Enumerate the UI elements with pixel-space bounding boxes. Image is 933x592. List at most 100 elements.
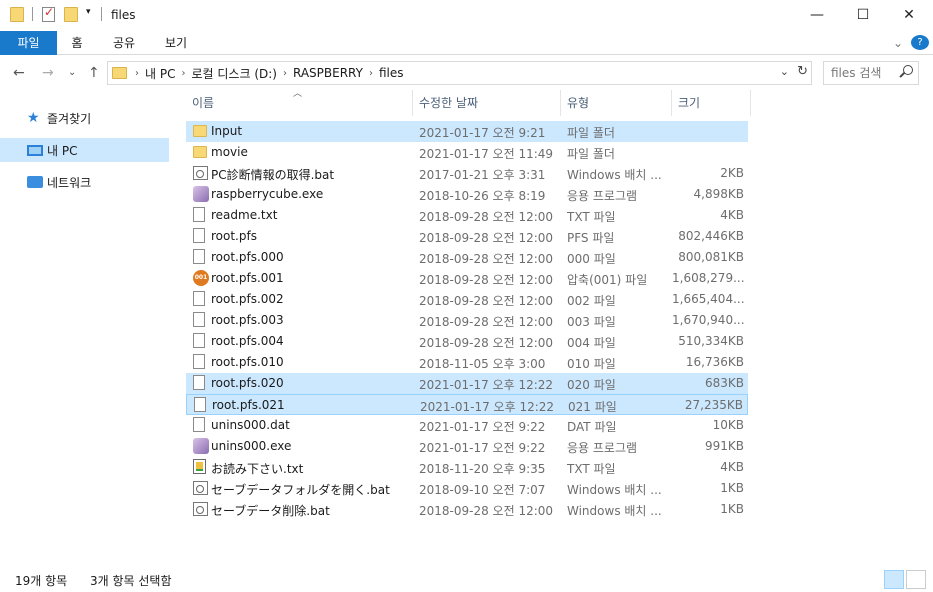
application-icon [193, 438, 209, 454]
nav-item-network[interactable]: 네트워크 [0, 170, 169, 194]
recent-locations-button[interactable]: ⌄ [68, 67, 76, 78]
batch-file-icon [193, 502, 208, 516]
file-size: 1,670,940... [672, 313, 744, 327]
file-row[interactable]: readme.txt 2018-09-28 오전 12:00 TXT 파일 4KB [186, 205, 748, 226]
column-header-type[interactable]: 유형 [567, 90, 589, 116]
tab-view[interactable]: 보기 [158, 31, 194, 55]
batch-file-icon [193, 481, 208, 495]
network-icon [27, 176, 43, 188]
back-button[interactable]: ← [13, 65, 25, 81]
file-size: 27,235KB [684, 398, 743, 412]
file-type: 010 파일 [567, 357, 616, 371]
help-icon[interactable]: ? [911, 35, 929, 50]
breadcrumb-local-disk[interactable]: 로컬 디스크 (D:) [191, 65, 276, 82]
document-icon [193, 291, 205, 306]
customize-toolbar-icon[interactable]: ▾ [86, 7, 91, 17]
tab-file[interactable]: 파일 [0, 31, 57, 55]
column-header-name[interactable]: 이름 [192, 90, 214, 116]
star-icon: ★ [27, 110, 40, 126]
document-icon [193, 249, 205, 264]
nav-item-label: 내 PC [47, 143, 78, 158]
file-row[interactable]: 001 root.pfs.001 2018-09-28 오전 12:00 압축(001… [186, 268, 748, 289]
file-name: root.pfs.002 [211, 292, 284, 306]
file-date: 2018-09-28 오전 12:00 [419, 273, 554, 287]
refresh-icon[interactable]: ↻ [797, 64, 808, 79]
file-row[interactable]: root.pfs.021 2021-01-17 오후 12:22 021 파일 27,… [186, 394, 748, 415]
file-date: 2018-09-28 오전 12:00 [419, 210, 554, 224]
document-icon [193, 354, 205, 369]
document-icon [193, 228, 205, 243]
file-name: root.pfs.003 [211, 313, 284, 327]
file-row[interactable]: root.pfs.002 2018-09-28 오전 12:00 002 파일 1,6… [186, 289, 748, 310]
large-icons-view-icon[interactable] [906, 570, 926, 589]
status-bar: 19개 항목 3개 항목 선택함 [0, 569, 933, 591]
address-history-dropdown-icon[interactable]: ⌄ [780, 65, 789, 78]
column-header-size[interactable]: 크기 [678, 90, 700, 116]
file-date: 2018-09-28 오전 12:00 [419, 315, 554, 329]
column-divider[interactable] [560, 90, 561, 116]
divider [101, 7, 102, 21]
search-box[interactable]: files 검색 [823, 61, 919, 85]
file-row[interactable]: root.pfs.000 2018-09-28 오전 12:00 000 파일 800… [186, 247, 748, 268]
file-type: 004 파일 [567, 336, 616, 350]
breadcrumb-files[interactable]: files [379, 66, 404, 80]
file-name: root.pfs [211, 229, 257, 243]
close-button[interactable]: ✕ [886, 0, 932, 30]
file-row[interactable]: root.pfs.020 2021-01-17 오후 12:22 020 파일 683… [186, 373, 748, 394]
file-date: 2018-09-28 오전 12:00 [419, 294, 554, 308]
search-input[interactable]: files 검색 [831, 66, 881, 80]
file-size: 2KB [720, 166, 744, 180]
file-row[interactable]: root.pfs 2018-09-28 오전 12:00 PFS 파일 802,446… [186, 226, 748, 247]
details-view-icon[interactable] [884, 570, 904, 589]
file-type: 020 파일 [567, 378, 616, 392]
file-type: TXT 파일 [567, 462, 616, 476]
tab-home[interactable]: 홈 [62, 31, 92, 55]
breadcrumb-raspberry[interactable]: RASPBERRY [293, 66, 363, 80]
column-divider[interactable] [671, 90, 672, 116]
file-type: 021 파일 [568, 400, 617, 414]
nav-item-quick-access[interactable]: ★ 즐겨찾기 [0, 106, 169, 130]
file-type: 파일 폴더 [567, 147, 615, 161]
file-row[interactable]: root.pfs.003 2018-09-28 오전 12:00 003 파일 1,6… [186, 310, 748, 331]
application-icon [193, 186, 209, 202]
column-header-date[interactable]: 수정한 날짜 [419, 90, 478, 116]
column-divider[interactable] [750, 90, 751, 116]
document-icon [193, 375, 205, 390]
file-row[interactable]: セーブデータフォルダを開く.bat 2018-09-10 오전 7:07 Windo… [186, 478, 748, 499]
file-row[interactable]: root.pfs.004 2018-09-28 오전 12:00 004 파일 510… [186, 331, 748, 352]
file-row[interactable]: PC診断情報の取得.bat 2017-01-21 오후 3:31 Windows 배… [186, 163, 748, 184]
file-name: movie [211, 145, 248, 159]
breadcrumb-this-pc[interactable]: 내 PC [145, 65, 175, 82]
selection-count: 3개 항목 선택함 [90, 574, 172, 588]
address-bar[interactable]: › 내 PC › 로컬 디스크 (D:) › RASPBERRY › files… [107, 61, 812, 85]
ribbon-collapse-icon[interactable]: ⌄ [890, 31, 906, 55]
file-type: Windows 배치 ... [567, 168, 662, 182]
file-row[interactable]: Input 2021-01-17 오전 9:21 파일 폴더 [186, 121, 748, 142]
maximize-button[interactable]: ☐ [840, 0, 886, 30]
file-row[interactable]: movie 2021-01-17 오전 11:49 파일 폴더 [186, 142, 748, 163]
file-row[interactable]: お読み下さい.txt 2018-11-20 오후 9:35 TXT 파일 4KB [186, 457, 748, 478]
file-row[interactable]: unins000.dat 2021-01-17 오전 9:22 DAT 파일 10KB [186, 415, 748, 436]
file-row[interactable]: セーブデータ削除.bat 2018-09-28 오전 12:00 Windows 배… [186, 499, 748, 520]
file-date: 2018-09-28 오전 12:00 [419, 504, 554, 518]
nav-item-this-pc[interactable]: 내 PC [0, 138, 169, 162]
file-row[interactable]: raspberrycube.exe 2018-10-26 오후 8:19 응용 프로… [186, 184, 748, 205]
file-date: 2021-01-17 오전 11:49 [419, 147, 554, 161]
file-name: root.pfs.020 [211, 376, 284, 390]
file-row[interactable]: unins000.exe 2021-01-17 오전 9:22 응용 프로그램 991… [186, 436, 748, 457]
file-type: 압축(001) 파일 [567, 273, 648, 287]
properties-icon[interactable] [42, 5, 55, 22]
file-type: Windows 배치 ... [567, 504, 662, 518]
file-name: unins000.exe [211, 439, 292, 453]
minimize-button[interactable]: — [794, 0, 840, 30]
up-button[interactable]: ↑ [88, 65, 100, 81]
file-name: root.pfs.004 [211, 334, 284, 348]
pc-icon [27, 144, 43, 156]
tab-share[interactable]: 공유 [106, 31, 142, 55]
forward-button[interactable]: → [42, 65, 54, 81]
file-row[interactable]: root.pfs.010 2018-11-05 오후 3:00 010 파일 16,7… [186, 352, 748, 373]
column-divider[interactable] [412, 90, 413, 116]
title-bar: ▾ files — ☐ ✕ [0, 0, 933, 32]
file-name: セーブデータ削除.bat [211, 504, 330, 518]
new-folder-icon[interactable] [64, 7, 78, 22]
